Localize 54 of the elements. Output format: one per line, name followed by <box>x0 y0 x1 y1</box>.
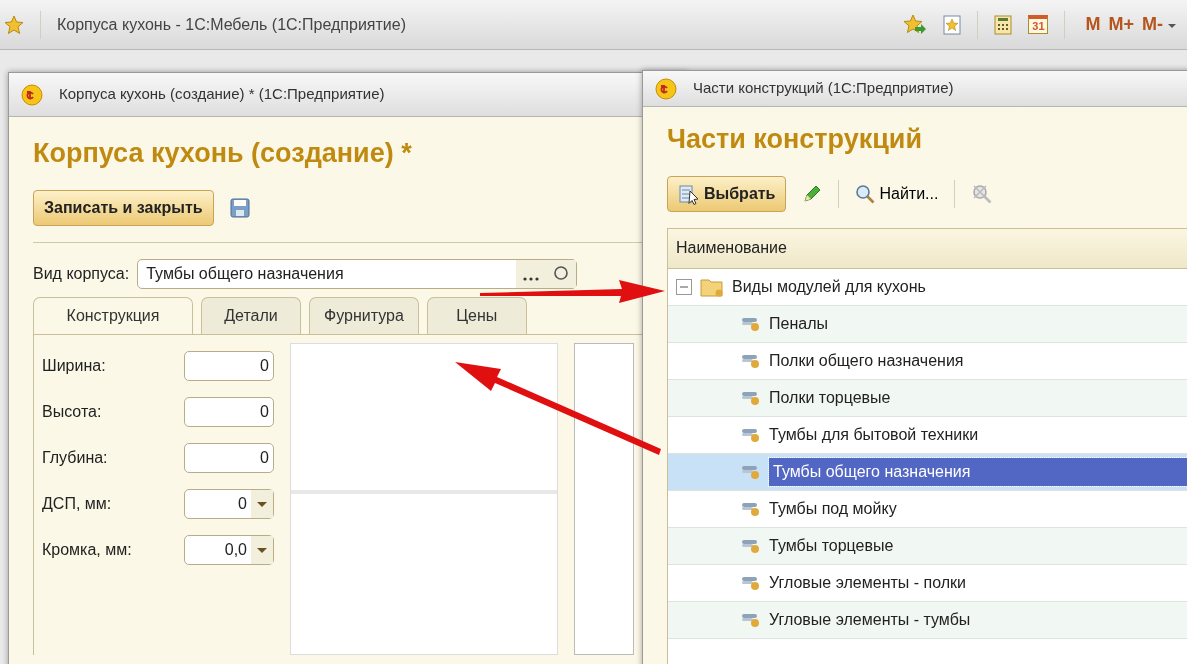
tab[interactable]: Цены <box>426 296 527 334</box>
save-close-button[interactable]: Записать и закрыть <box>33 189 214 226</box>
tree-row[interactable]: Полки торцевые <box>668 379 1187 417</box>
column-header-label: Наименование <box>676 238 787 258</box>
logo-icon <box>655 77 677 100</box>
floppy-icon[interactable] <box>229 197 250 218</box>
logo-icon <box>21 83 43 106</box>
number-field[interactable]: 0 <box>184 396 274 427</box>
field-label: Высота: <box>42 401 103 422</box>
caret-icon[interactable] <box>251 489 273 518</box>
tab[interactable]: Фурнитура <box>309 296 419 334</box>
tree-row[interactable]: Пеналы <box>668 305 1187 343</box>
field-label: Ширина: <box>42 355 107 376</box>
caret-icon[interactable] <box>251 535 273 564</box>
folder-icon <box>700 276 724 297</box>
memory-button[interactable]: M+ <box>1104 11 1138 38</box>
calculator-icon[interactable] <box>994 14 1013 35</box>
open-icon[interactable] <box>546 259 577 288</box>
memory-button[interactable]: M <box>1081 11 1105 38</box>
field-label: Вид корпуса: <box>33 263 130 284</box>
tree-row[interactable]: Тумбы под мойку <box>668 490 1187 528</box>
tree-row[interactable]: Угловые элементы - полки <box>668 564 1187 602</box>
find-button[interactable]: Найти... <box>855 181 939 206</box>
list-cursor-icon <box>678 182 700 205</box>
pencil-icon[interactable] <box>802 183 823 204</box>
star-icon[interactable] <box>4 14 24 35</box>
memory-button[interactable]: M- <box>1138 11 1167 38</box>
tree-row[interactable]: Угловые элементы - тумбы <box>668 601 1187 639</box>
tree-row[interactable]: Тумбы общего назначения <box>668 453 1187 491</box>
kind-field[interactable]: Тумбы общего назначения <box>137 258 578 289</box>
list-heading: Части конструкций <box>667 123 923 156</box>
star-arrow-icon[interactable] <box>903 13 928 36</box>
select-button[interactable]: Выбрать <box>667 175 787 212</box>
form-heading: Корпуса кухонь (создание) * <box>33 137 413 170</box>
tab[interactable]: Конструкция <box>33 296 193 334</box>
tab[interactable]: Детали <box>201 296 301 334</box>
number-field[interactable]: 0 <box>184 442 274 473</box>
search-icon <box>855 183 876 204</box>
dropdown-field[interactable]: 0,0 <box>184 534 274 565</box>
tree-row[interactable]: Тумбы торцевые <box>668 527 1187 565</box>
window-title: Части конструкций (1С:Предприятие) <box>693 78 954 99</box>
collapse-icon[interactable] <box>676 278 692 295</box>
window-title: Корпуса кухонь (создание) * (1С:Предприятие) <box>59 84 385 105</box>
tree-row[interactable]: Полки общего назначения <box>668 342 1187 380</box>
tree-row[interactable]: Тумбы для бытовой техники <box>668 416 1187 454</box>
dropdown-field[interactable]: 0 <box>184 488 274 519</box>
search-cancel-icon[interactable] <box>971 182 994 205</box>
app-title: Корпуса кухонь - 1С:Мебель (1С:Предприятие) <box>57 14 407 35</box>
field-label: Глубина: <box>42 447 109 468</box>
calendar-icon[interactable]: 31 <box>1028 15 1049 34</box>
tree-row[interactable]: Виды модулей для кухонь <box>668 268 1187 306</box>
field-label: ДСП, мм: <box>42 493 113 514</box>
field-label: Кромка, мм: <box>42 539 133 560</box>
number-field[interactable]: 0 <box>184 350 274 381</box>
